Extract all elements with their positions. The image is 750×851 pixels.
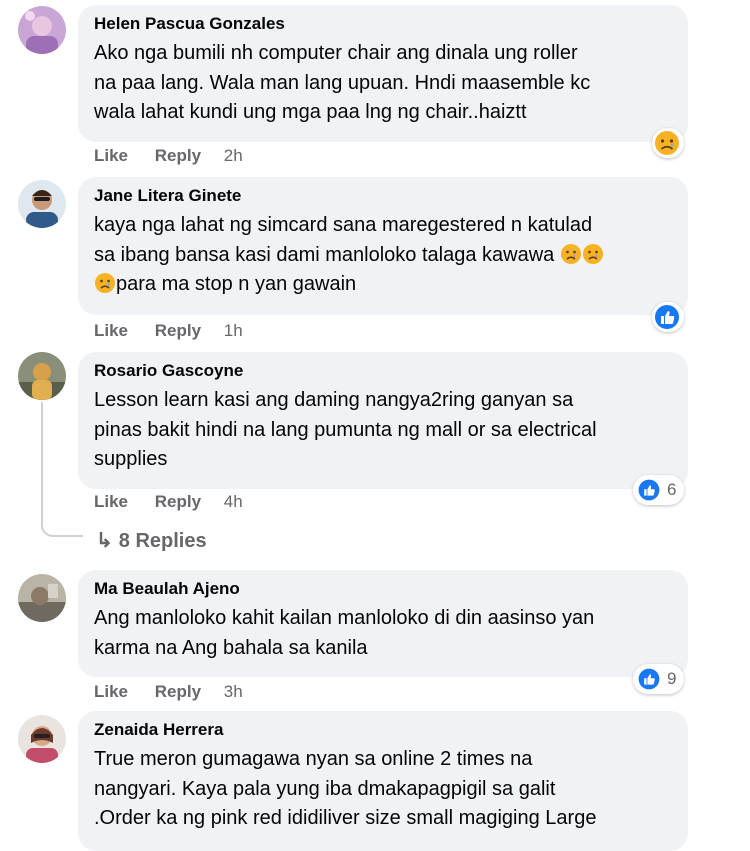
reply-button[interactable]: Reply (155, 682, 201, 702)
comment-text-line: para ma stop n yan gawain (116, 273, 357, 295)
like-reaction-icon (638, 479, 660, 501)
crying-emoji-icon (94, 272, 116, 294)
comment-bubble: Ma Beaulah Ajeno Ang manloloko kahit kai… (78, 570, 688, 677)
avatar[interactable] (18, 352, 66, 400)
reply-button[interactable]: Reply (155, 492, 201, 512)
like-button[interactable]: Like (94, 321, 128, 341)
reaction-badge[interactable]: 6 (633, 475, 685, 505)
replies-count-label: 8 Replies (118, 530, 207, 552)
reply-arrow-icon: ↳ (96, 530, 113, 552)
comment-timestamp[interactable]: 4h (224, 492, 243, 512)
comment-bubble: Zenaida Herrera True meron gumagawa nyan… (78, 711, 688, 851)
like-reaction-icon (655, 305, 679, 329)
avatar[interactable] (18, 574, 66, 622)
comment-timestamp[interactable]: 3h (224, 682, 243, 702)
reply-thread-line (41, 402, 83, 537)
comment-text-line: kaya nga lahat ng simcard sana maregeste… (94, 214, 593, 236)
comment-bubble: Rosario Gascoyne Lesson learn kasi ang d… (78, 352, 688, 489)
comment-text: kaya nga lahat ng simcard sana maregeste… (94, 211, 672, 300)
comment-actions: Like Reply 3h (94, 682, 243, 702)
crying-emoji-icon (560, 243, 582, 265)
comment-bubble: Jane Litera Ginete kaya nga lahat ng sim… (78, 177, 688, 315)
like-button[interactable]: Like (94, 492, 128, 512)
sad-reaction-icon (655, 131, 679, 155)
comment-text: Ang manloloko kahit kailan manloloko di … (94, 607, 595, 659)
like-button[interactable]: Like (94, 682, 128, 702)
comment-author[interactable]: Jane Litera Ginete (94, 186, 672, 206)
reaction-count: 9 (667, 669, 677, 688)
comment-bubble: Helen Pascua Gonzales Ako nga bumili nh … (78, 5, 688, 142)
reply-button[interactable]: Reply (155, 146, 201, 166)
comment-actions: Like Reply 4h (94, 492, 243, 512)
comment-author[interactable]: Zenaida Herrera (94, 720, 672, 740)
crying-emoji-icon (582, 243, 604, 265)
comment-author[interactable]: Helen Pascua Gonzales (94, 14, 672, 34)
view-replies-button[interactable]: ↳ 8 Replies (96, 528, 207, 553)
comment-text-line: sa ibang bansa kasi dami manloloko talag… (94, 243, 555, 266)
comment-author[interactable]: Rosario Gascoyne (94, 361, 672, 381)
comment-actions: Like Reply 1h (94, 321, 243, 341)
reaction-count: 6 (667, 480, 677, 499)
reaction-badge[interactable] (652, 128, 684, 158)
comment-timestamp[interactable]: 2h (224, 146, 243, 166)
reaction-badge[interactable]: 9 (633, 664, 685, 694)
comment-text: Lesson learn kasi ang daming nangya2ring… (94, 389, 597, 470)
like-button[interactable]: Like (94, 146, 128, 166)
comment-actions: Like Reply 2h (94, 146, 243, 166)
reply-button[interactable]: Reply (155, 321, 201, 341)
comment-text: True meron gumagawa nyan sa online 2 tim… (94, 748, 597, 829)
comment-text: Ako nga bumili nh computer chair ang din… (94, 42, 591, 123)
comment-timestamp[interactable]: 1h (224, 321, 243, 341)
avatar[interactable] (18, 6, 66, 54)
reaction-badge[interactable] (652, 302, 684, 332)
comment-author[interactable]: Ma Beaulah Ajeno (94, 579, 672, 599)
like-reaction-icon (638, 668, 660, 690)
avatar[interactable] (18, 715, 66, 763)
avatar[interactable] (18, 180, 66, 228)
